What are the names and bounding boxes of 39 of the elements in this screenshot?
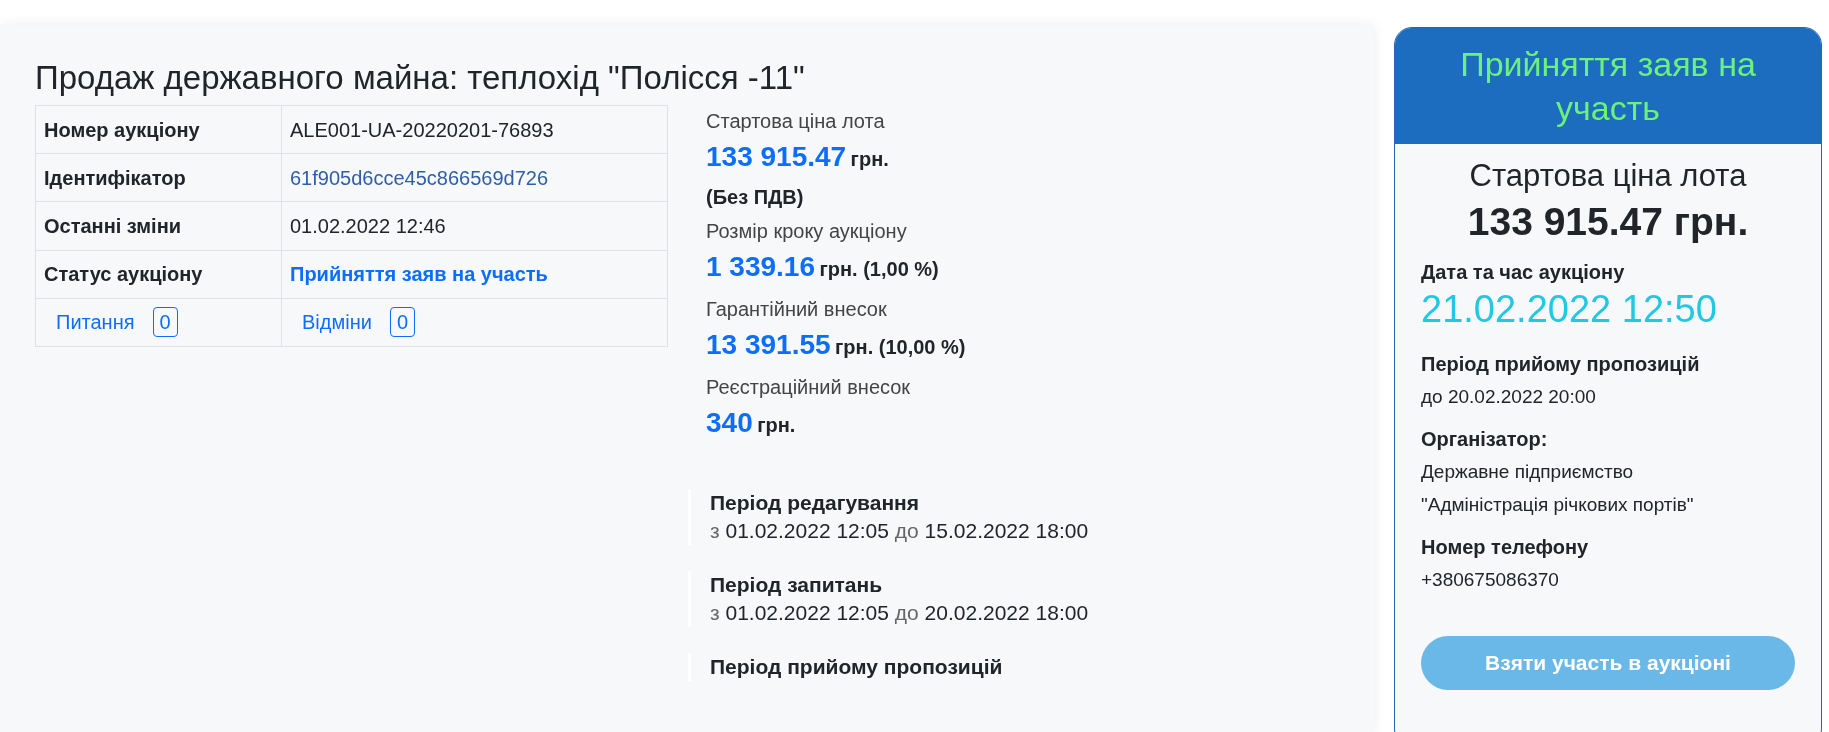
counter-link[interactable]: Питання — [56, 307, 135, 338]
detail-label: Ідентифікатор — [35, 153, 282, 202]
status-text: Прийняття заяв на участь — [290, 263, 548, 286]
price-note: (Без ПДВ) — [706, 185, 805, 210]
detail-value: ALE001-UA-20220201-76893 — [290, 118, 554, 141]
count-badge: 0 — [152, 307, 178, 338]
field-label: Номер телефону — [1421, 535, 1590, 560]
counter-link[interactable]: Відміни — [302, 307, 372, 338]
field-label: Період прийому пропозицій — [1421, 352, 1701, 377]
price-value: 13 391.55 грн. (10,00 %) — [706, 328, 967, 362]
price-label: Розмір кроку аукціону — [706, 219, 908, 244]
price-label: Реєстраційний внесок — [706, 375, 912, 400]
date-label: Дата та час аукціону — [1421, 260, 1626, 285]
field-value: +380675086370 — [1421, 568, 1560, 592]
period-range: з 01.02.2022 12:05 до 20.02.2022 18:00 — [710, 600, 1090, 626]
count-badge: 0 — [389, 307, 415, 338]
period-range: з 01.02.2022 12:05 до 15.02.2022 18:00 — [710, 518, 1090, 544]
detail-label: Статус аукціону — [35, 250, 282, 299]
price-value: 340 грн. — [706, 406, 797, 440]
period-title: Період редагування — [710, 490, 921, 516]
participate-button[interactable]: Взяти участь в аукціоні — [1421, 636, 1795, 690]
field-value: "Адміністрація річкових портів" — [1421, 493, 1695, 517]
period-title: Період прийому пропозицій — [710, 654, 1004, 680]
status-header: Прийняття заяв на участь — [1395, 28, 1821, 144]
price-value: 133 915.47 грн. — [706, 140, 890, 174]
detail-value: 01.02.2022 12:46 — [290, 214, 446, 237]
price-label: Гарантійний внесок — [706, 297, 888, 322]
detail-label: Останні зміни — [35, 201, 282, 251]
field-value: Державне підприємство — [1421, 460, 1635, 484]
period-title: Період запитань — [710, 572, 884, 598]
field-label: Організатор: — [1421, 427, 1549, 452]
price-label: Стартова ціна лота — [706, 109, 886, 134]
field-value: до 20.02.2022 20:00 — [1421, 385, 1597, 409]
price-value: 1 339.16 грн. (1,00 %) — [706, 250, 940, 284]
detail-label: Номер аукціону — [35, 105, 282, 154]
page-title: Продаж державного майна: теплохід "Полісся -11" — [35, 58, 806, 98]
card-price-label: Стартова ціна лота — [1468, 157, 1748, 195]
card-price: 133 915.47 грн. — [1466, 199, 1750, 245]
auction-date: 21.02.2022 12:50 — [1421, 287, 1718, 332]
